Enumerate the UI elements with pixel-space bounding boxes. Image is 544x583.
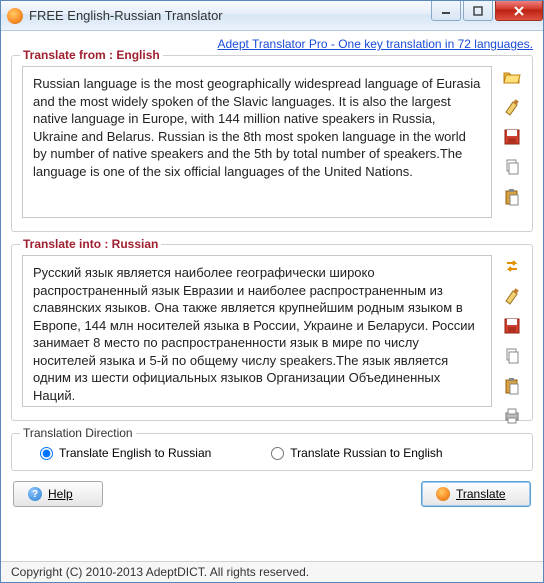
copy-target-icon[interactable] [501,345,523,367]
radio-ru-en-input[interactable] [271,447,284,460]
minimize-button[interactable] [431,1,461,21]
help-icon: ? [28,487,42,501]
translate-button[interactable]: Translate [421,481,531,507]
app-window: FREE English-Russian Translator Adept Tr… [0,0,544,583]
help-button-label: Help [48,487,73,501]
window-title: FREE English-Russian Translator [29,8,431,23]
paste-icon[interactable] [501,186,523,208]
direction-group: Translation Direction Translate English … [11,433,533,471]
help-button[interactable]: ? Help [13,481,103,507]
radio-ru-en[interactable]: Translate Russian to English [271,446,442,460]
copy-icon[interactable] [501,156,523,178]
clear-target-icon[interactable] [501,285,523,307]
radio-en-ru-label: Translate English to Russian [59,446,211,460]
titlebar[interactable]: FREE English-Russian Translator [1,1,543,31]
button-row: ? Help Translate [11,481,533,513]
flame-icon [436,487,450,501]
content-area: Adept Translator Pro - One key translati… [1,31,543,561]
source-group: Translate from : English [11,55,533,232]
maximize-button[interactable] [463,1,493,21]
status-bar: Copyright (C) 2010-2013 AdeptDICT. All r… [1,561,543,582]
source-toolbar [498,66,526,208]
source-textarea[interactable] [22,66,492,218]
window-controls [431,1,543,30]
target-label: Translate into : Russian [20,237,161,251]
target-textarea[interactable] [22,255,492,407]
radio-en-ru-input[interactable] [40,447,53,460]
target-group: Translate into : Russian [11,244,533,421]
target-toolbar [498,255,526,427]
direction-label: Translation Direction [20,426,136,440]
promo-link[interactable]: Adept Translator Pro - One key translati… [217,37,533,51]
paste-target-icon[interactable] [501,375,523,397]
print-icon[interactable] [501,405,523,427]
save-icon[interactable] [501,126,523,148]
save-target-icon[interactable] [501,315,523,337]
swap-icon[interactable] [501,255,523,277]
radio-en-ru[interactable]: Translate English to Russian [40,446,211,460]
close-button[interactable] [495,1,543,21]
source-label: Translate from : English [20,48,163,62]
radio-ru-en-label: Translate Russian to English [290,446,442,460]
translate-button-label: Translate [456,487,506,501]
open-file-icon[interactable] [501,66,523,88]
clear-icon[interactable] [501,96,523,118]
app-icon [7,8,23,24]
